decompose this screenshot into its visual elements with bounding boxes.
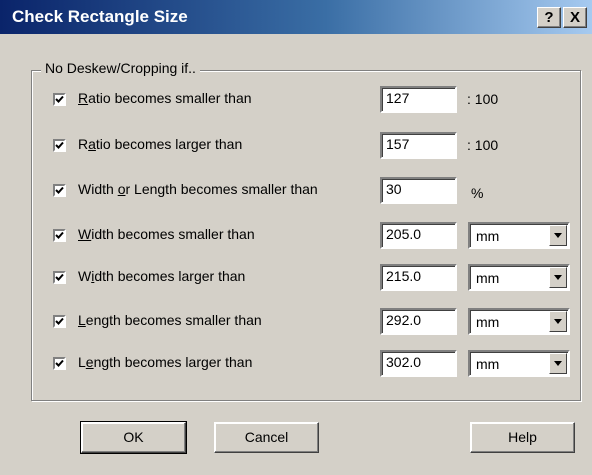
width-smaller-checkbox[interactable] (53, 229, 66, 242)
ratio-smaller-checkbox[interactable] (53, 93, 66, 106)
help-titlebar-button[interactable]: ? (537, 7, 561, 28)
length-larger-label: Length becomes larger than (78, 354, 253, 370)
dropdown-arrow-button[interactable] (549, 225, 567, 246)
width-or-length-input[interactable]: 30 (380, 177, 457, 204)
percent-suffix: % (471, 185, 484, 201)
checkmark-icon (55, 141, 64, 149)
width-or-length-row: Width or Length becomes smaller than 30 … (0, 176, 592, 206)
ratio-larger-label: Ratio becomes larger than (78, 136, 243, 152)
length-smaller-checkbox[interactable] (53, 315, 66, 328)
checkmark-icon (55, 273, 64, 281)
width-smaller-row: Width becomes smaller than 205.0 mm (0, 221, 592, 251)
chevron-down-icon (554, 233, 562, 238)
length-smaller-unit-select[interactable]: mm (468, 308, 570, 335)
checkmark-icon (55, 359, 64, 367)
checkmark-icon (55, 186, 64, 194)
ratio-larger-suffix: : 100 (467, 137, 499, 153)
width-smaller-input[interactable]: 205.0 (380, 222, 457, 249)
ratio-smaller-input[interactable]: 127 (380, 86, 457, 113)
close-button[interactable]: X (563, 7, 587, 28)
ratio-larger-checkbox[interactable] (53, 139, 66, 152)
length-larger-input[interactable]: 302.0 (380, 350, 457, 377)
dropdown-arrow-button[interactable] (549, 353, 567, 374)
length-larger-unit-select[interactable]: mm (468, 350, 570, 377)
help-button[interactable]: Help (470, 422, 575, 453)
ratio-smaller-row: Ratio becomes smaller than 127 : 100 (0, 85, 592, 115)
length-larger-checkbox[interactable] (53, 357, 66, 370)
ok-button[interactable]: OK (80, 421, 187, 454)
width-larger-checkbox[interactable] (53, 271, 66, 284)
window-title: Check Rectangle Size (12, 7, 188, 26)
checkmark-icon (55, 95, 64, 103)
unit-value: mm (476, 270, 500, 286)
width-or-length-label: Width or Length becomes smaller than (78, 181, 318, 197)
chevron-down-icon (554, 361, 562, 366)
ratio-larger-input[interactable]: 157 (380, 132, 457, 159)
width-smaller-label: Width becomes smaller than (78, 226, 255, 242)
width-larger-input[interactable]: 215.0 (380, 264, 457, 291)
width-or-length-checkbox[interactable] (53, 184, 66, 197)
length-smaller-row: Length becomes smaller than 292.0 mm (0, 307, 592, 337)
unit-value: mm (476, 228, 500, 244)
width-smaller-unit-select[interactable]: mm (468, 222, 570, 249)
width-larger-row: Width becomes larger than 215.0 mm (0, 263, 592, 293)
ratio-larger-row: Ratio becomes larger than 157 : 100 (0, 131, 592, 161)
chevron-down-icon (554, 275, 562, 280)
ratio-smaller-suffix: : 100 (467, 91, 499, 107)
checkmark-icon (55, 317, 64, 325)
unit-value: mm (476, 314, 500, 330)
ratio-smaller-label: Ratio becomes smaller than (78, 90, 252, 106)
width-larger-unit-select[interactable]: mm (468, 264, 570, 291)
length-larger-row: Length becomes larger than 302.0 mm (0, 349, 592, 379)
groupbox-label: No Deskew/Cropping if.. (41, 60, 200, 76)
dropdown-arrow-button[interactable] (549, 267, 567, 288)
length-smaller-label: Length becomes smaller than (78, 312, 262, 328)
check-rectangle-size-dialog: Check Rectangle Size ? X No Deskew/Cropp… (0, 0, 592, 475)
chevron-down-icon (554, 319, 562, 324)
dropdown-arrow-button[interactable] (549, 311, 567, 332)
cancel-button[interactable]: Cancel (214, 422, 319, 453)
width-larger-label: Width becomes larger than (78, 268, 246, 284)
length-smaller-input[interactable]: 292.0 (380, 308, 457, 335)
unit-value: mm (476, 356, 500, 372)
checkmark-icon (55, 231, 64, 239)
title-bar[interactable]: Check Rectangle Size ? X (0, 0, 592, 34)
